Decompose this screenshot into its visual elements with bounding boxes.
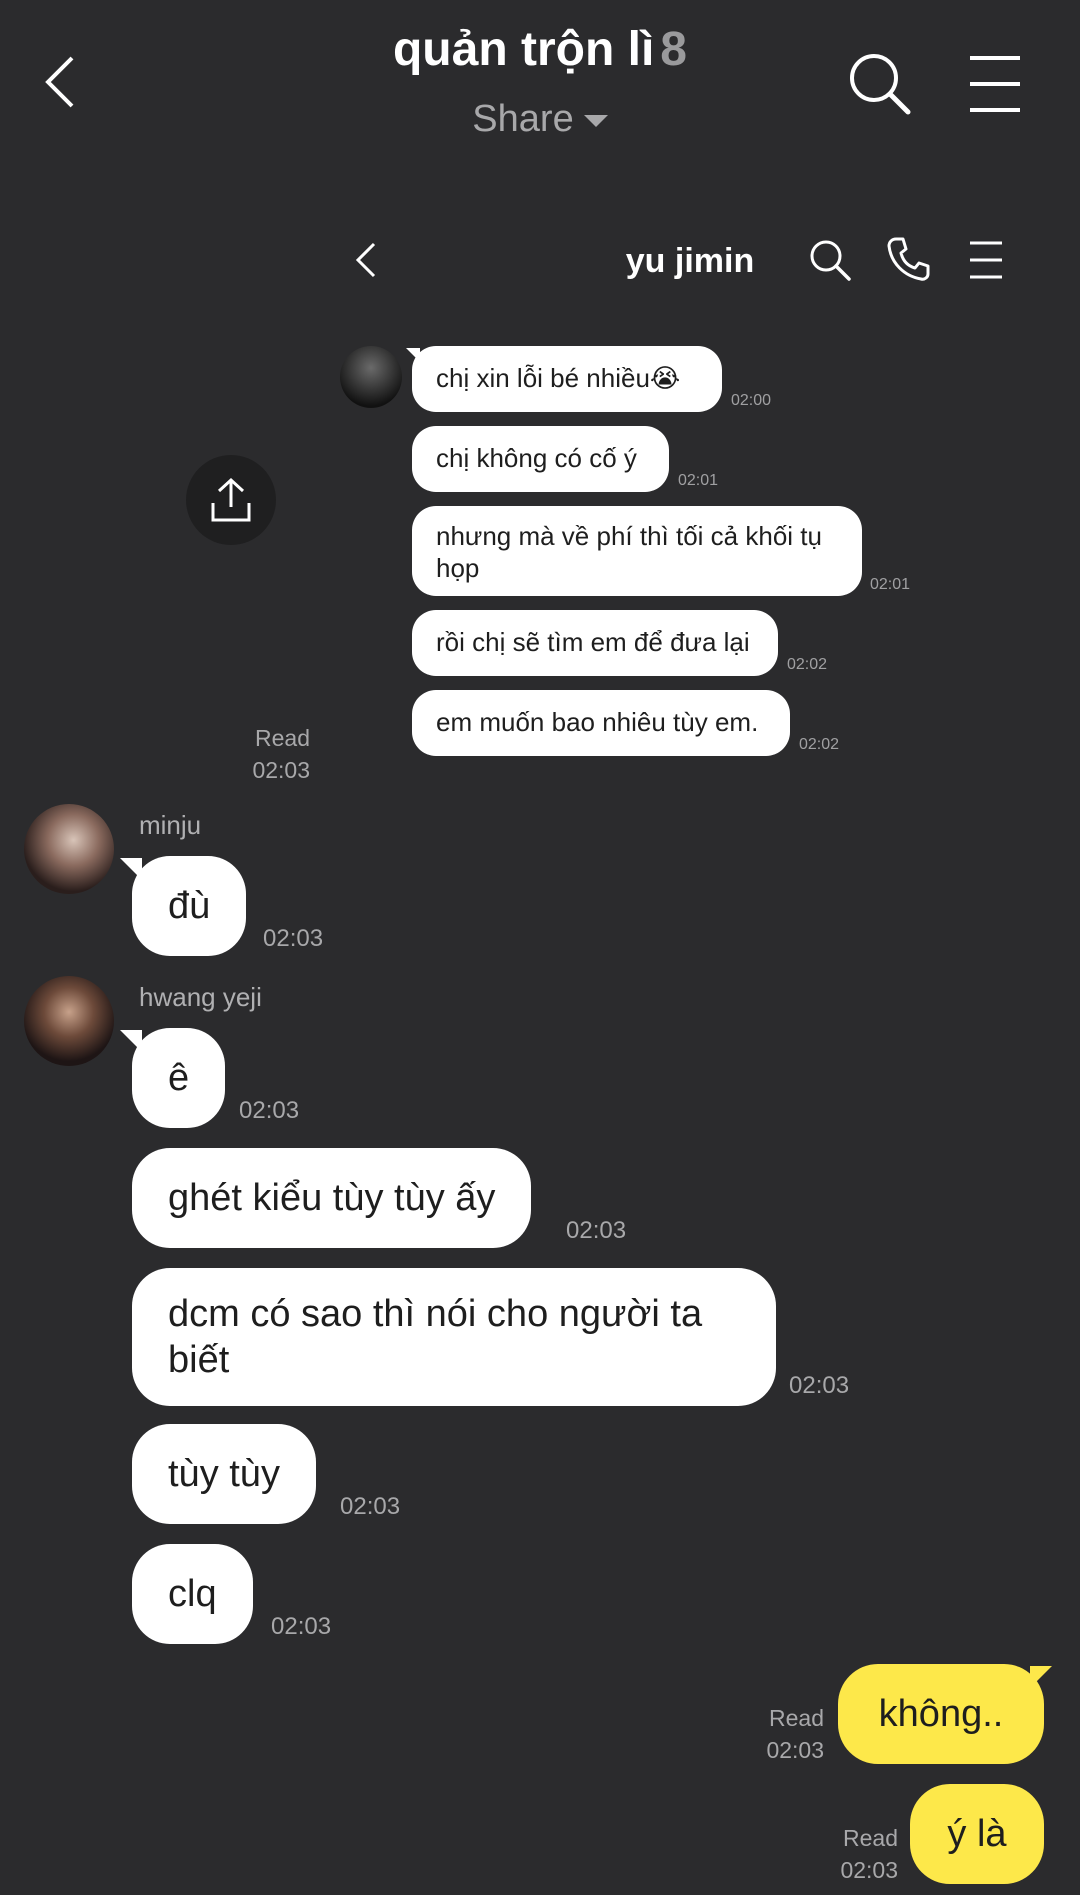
read-receipt: Read 02:03 bbox=[720, 1702, 824, 1766]
share-button[interactable] bbox=[186, 455, 276, 545]
embedded-message: rồi chị sẽ tìm em để đưa lại bbox=[412, 610, 778, 676]
message-time: 02:03 bbox=[263, 925, 324, 952]
message-bubble: đù bbox=[132, 856, 247, 956]
message-time: 02:03 bbox=[239, 1097, 300, 1124]
embedded-message: em muốn bao nhiêu tùy em. bbox=[412, 690, 790, 756]
message-time: 02:00 bbox=[731, 392, 772, 409]
hamburger-menu-icon bbox=[970, 56, 1020, 112]
menu-button[interactable] bbox=[968, 54, 1022, 114]
embedded-contact-name: yu jimin bbox=[625, 242, 755, 280]
message-time: 02:01 bbox=[678, 472, 719, 489]
embedded-message: nhưng mà về phí thì tối cả khối tụ họp bbox=[412, 506, 862, 596]
chat-title-text: quản trộn lì bbox=[392, 23, 655, 76]
message-bubble: ê bbox=[132, 1028, 226, 1128]
read-label: Read bbox=[769, 1705, 824, 1731]
embedded-search-icon bbox=[808, 238, 852, 282]
message-time: 02:01 bbox=[870, 576, 911, 593]
share-label: Share bbox=[472, 98, 574, 140]
message-time: 02:03 bbox=[340, 1493, 401, 1520]
caret-down-icon bbox=[583, 114, 608, 127]
read-time: 02:03 bbox=[840, 1857, 898, 1883]
read-label: Read bbox=[255, 725, 310, 751]
sender-name: minju bbox=[139, 810, 202, 840]
message-bubble: dcm có sao thì nói cho người ta biết bbox=[132, 1268, 776, 1406]
my-message-bubble: ý là bbox=[910, 1784, 1044, 1884]
my-message-bubble: không.. bbox=[838, 1664, 1044, 1764]
message-time: 02:03 bbox=[789, 1372, 850, 1399]
avatar[interactable] bbox=[340, 346, 402, 408]
embedded-menu-icon bbox=[968, 240, 1004, 280]
search-button[interactable] bbox=[846, 50, 912, 116]
avatar[interactable] bbox=[24, 976, 114, 1066]
message-time: 02:03 bbox=[271, 1613, 332, 1640]
bubble-tail bbox=[1030, 1666, 1052, 1688]
message-bubble: clq bbox=[132, 1544, 253, 1644]
embedded-back-icon bbox=[354, 240, 378, 280]
sender-name: hwang yeji bbox=[139, 982, 262, 1012]
read-label: Read bbox=[843, 1825, 898, 1851]
avatar[interactable] bbox=[24, 804, 114, 894]
message-time: 02:02 bbox=[787, 656, 828, 673]
chat-title: quản trộn lì 8 bbox=[0, 22, 1080, 77]
read-receipt: Read 02:03 bbox=[794, 1822, 898, 1886]
embedded-phone-icon bbox=[886, 236, 930, 282]
read-time: 02:03 bbox=[252, 757, 310, 783]
message-time: 02:03 bbox=[566, 1217, 627, 1244]
read-time: 02:03 bbox=[766, 1737, 824, 1763]
read-receipt: Read 02:03 bbox=[230, 722, 310, 786]
embedded-message: chị không có cố ý bbox=[412, 426, 669, 492]
search-icon bbox=[850, 54, 911, 115]
message-bubble: ghét kiểu tùy tùy ấy bbox=[132, 1148, 532, 1248]
message-bubble: tùy tùy bbox=[132, 1424, 316, 1524]
share-dropdown[interactable]: Share bbox=[0, 98, 1080, 141]
member-count: 8 bbox=[660, 23, 687, 76]
message-time: 02:02 bbox=[799, 736, 840, 753]
share-upload-icon bbox=[211, 477, 251, 522]
embedded-message: chị xin lỗi bé nhiều😭 bbox=[412, 346, 722, 412]
